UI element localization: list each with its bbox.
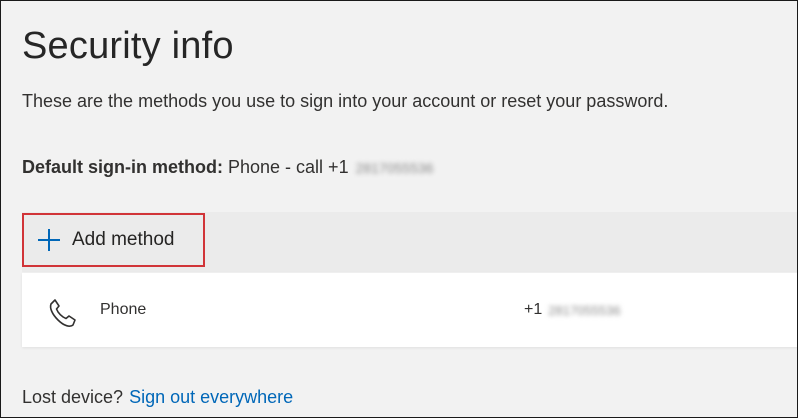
add-method-label: Add method xyxy=(72,229,175,250)
method-row-phone: Phone +1 2817055536 xyxy=(22,273,797,347)
plus-icon xyxy=(36,227,62,253)
page-title: Security info xyxy=(22,25,234,67)
security-info-panel: Security info These are the methods you … xyxy=(0,0,798,418)
method-value: +1 2817055536 xyxy=(524,301,621,319)
default-method-value: Phone - call +1 xyxy=(228,157,349,177)
lost-device-section: Lost device? Sign out everywhere xyxy=(22,387,293,408)
method-value-prefix: +1 xyxy=(524,301,543,318)
lost-device-text: Lost device? xyxy=(22,387,124,407)
default-method-label: Default sign-in method: xyxy=(22,157,223,177)
default-sign-in-method: Default sign-in method: Phone - call +1 … xyxy=(22,157,433,178)
method-name: Phone xyxy=(100,301,147,318)
page-description: These are the methods you use to sign in… xyxy=(22,91,669,111)
phone-icon xyxy=(46,297,78,329)
sign-out-everywhere-link[interactable]: Sign out everywhere xyxy=(129,387,293,407)
redacted-method-number: 2817055536 xyxy=(548,302,621,318)
add-method-button[interactable]: Add method xyxy=(22,213,205,267)
redacted-phone-number: 2817055536 xyxy=(355,159,434,176)
